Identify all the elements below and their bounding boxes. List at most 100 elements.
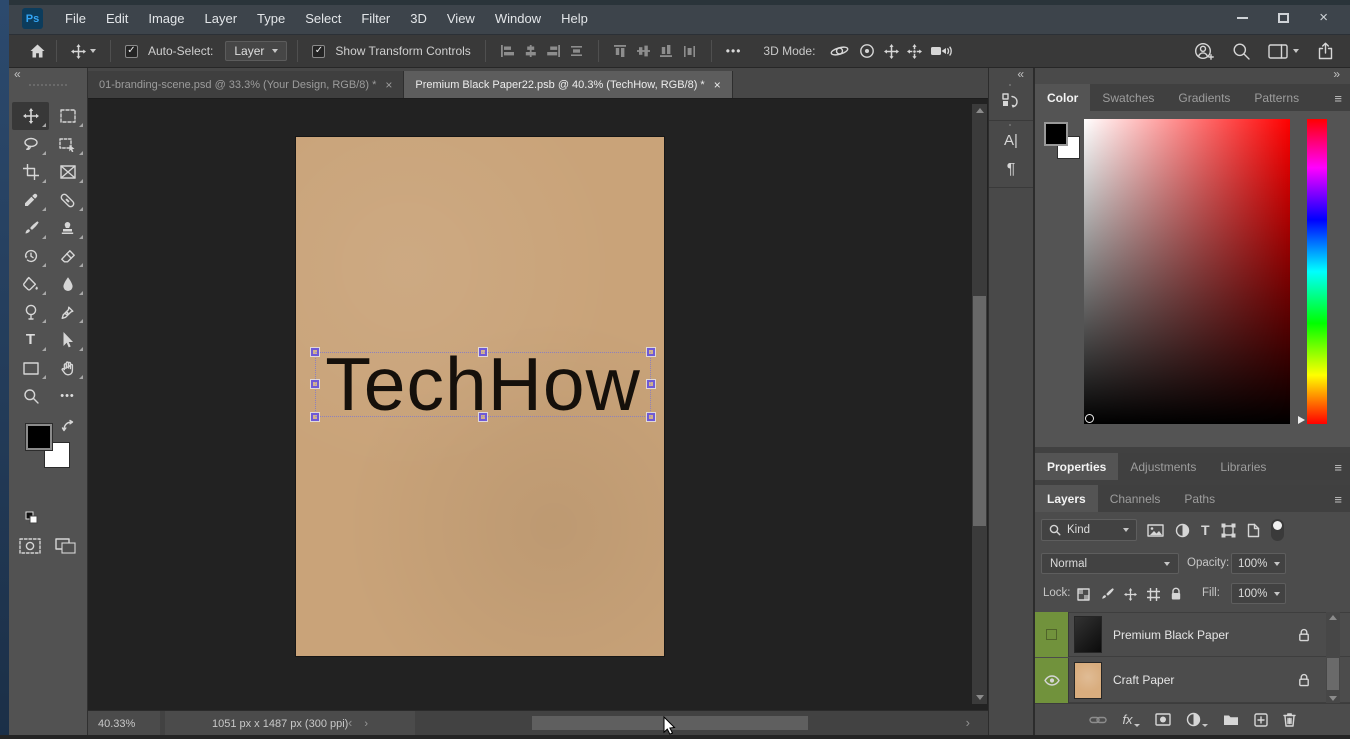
quick-mask-button[interactable]	[19, 538, 41, 554]
color-picker-cursor[interactable]	[1085, 414, 1094, 423]
share-button[interactable]	[1317, 42, 1334, 60]
filter-pixel-layers-button[interactable]	[1147, 523, 1164, 537]
align-vertical-centers-button[interactable]	[636, 44, 651, 58]
canvas[interactable]: TechHow	[88, 99, 988, 710]
new-adjustment-layer-button[interactable]	[1186, 712, 1208, 727]
default-colors-icon[interactable]	[24, 510, 38, 524]
eyedropper-tool[interactable]	[12, 186, 49, 214]
tab-libraries[interactable]: Libraries	[1208, 453, 1278, 480]
blend-mode-dropdown[interactable]: Normal	[1041, 553, 1179, 574]
scroll-up-arrow[interactable]	[1329, 615, 1337, 620]
brush-tool[interactable]	[12, 214, 49, 242]
edit-toolbar-button[interactable]: •••	[49, 382, 86, 410]
visibility-cell[interactable]	[1035, 657, 1069, 703]
vertical-scrollbar[interactable]	[972, 104, 987, 704]
transform-handle-bottom-left[interactable]	[311, 413, 319, 421]
lasso-tool[interactable]	[12, 130, 49, 158]
tab-properties[interactable]: Properties	[1035, 453, 1119, 480]
opacity-field[interactable]: 100%	[1231, 553, 1286, 574]
menu-type[interactable]: Type	[247, 11, 295, 26]
scroll-down-arrow[interactable]	[1329, 696, 1337, 701]
close-tab-icon[interactable]: ×	[714, 78, 721, 92]
menu-select[interactable]: Select	[295, 11, 351, 26]
menu-filter[interactable]: Filter	[351, 11, 400, 26]
layers-scrollbar-thumb[interactable]	[1327, 658, 1339, 690]
panel-menu-icon[interactable]: ≡	[1334, 492, 1342, 507]
close-button[interactable]: ×	[1319, 10, 1328, 25]
paint-bucket-tool[interactable]	[12, 270, 49, 298]
menu-3d[interactable]: 3D	[400, 11, 437, 26]
layer-row-craft-paper[interactable]: Craft Paper	[1035, 657, 1350, 703]
menu-help[interactable]: Help	[551, 11, 598, 26]
foreground-color-swatch[interactable]	[1044, 122, 1068, 146]
workspace-switcher-button[interactable]	[1268, 43, 1299, 59]
3d-pan-button[interactable]	[884, 43, 900, 59]
path-selection-tool[interactable]	[49, 326, 86, 354]
tab-adjustments[interactable]: Adjustments	[1118, 453, 1208, 480]
rectangular-marquee-tool[interactable]	[49, 102, 86, 130]
tab-gradients[interactable]: Gradients	[1166, 84, 1242, 111]
align-bottom-edges-button[interactable]	[659, 44, 674, 58]
transform-handle-bottom-center[interactable]	[479, 413, 487, 421]
scroll-right-arrow[interactable]: ›	[966, 715, 970, 730]
layer-thumbnail[interactable]	[1074, 661, 1102, 699]
pen-tool[interactable]	[49, 298, 86, 326]
lock-transparent-pixels-button[interactable]	[1077, 587, 1090, 601]
move-tool[interactable]	[12, 102, 49, 130]
paragraph-panel-button[interactable]: ¶	[989, 161, 1033, 179]
layer-filter-kind-dropdown[interactable]: Kind	[1041, 519, 1137, 541]
hand-tool[interactable]	[49, 354, 86, 382]
crop-tool[interactable]	[12, 158, 49, 186]
align-top-edges-button[interactable]	[613, 44, 628, 58]
align-right-edges-button[interactable]	[546, 44, 561, 58]
visibility-off-box[interactable]	[1046, 629, 1057, 640]
tool-preset-button[interactable]	[71, 43, 96, 59]
lock-artboard-button[interactable]	[1147, 587, 1160, 601]
tab-layers[interactable]: Layers	[1035, 485, 1098, 512]
align-left-edges-button[interactable]	[500, 44, 515, 58]
type-tool[interactable]: T	[12, 326, 49, 354]
close-tab-icon[interactable]: ×	[385, 78, 392, 92]
filter-smart-objects-button[interactable]	[1247, 523, 1260, 538]
collapse-panels-button[interactable]: »	[1333, 67, 1340, 81]
spot-healing-brush-tool[interactable]	[49, 186, 86, 214]
maximize-button[interactable]	[1278, 13, 1290, 23]
panel-grip[interactable]	[1009, 84, 1013, 86]
transform-handle-top-left[interactable]	[311, 348, 319, 356]
add-layer-mask-button[interactable]	[1154, 713, 1171, 726]
menu-file[interactable]: File	[55, 11, 96, 26]
show-transform-controls-checkbox[interactable]: ✓ Show Transform Controls	[312, 44, 471, 58]
layers-scrollbar[interactable]	[1326, 612, 1340, 704]
collapse-toolbar-button[interactable]: «	[14, 67, 21, 81]
transform-handle-mid-left[interactable]	[311, 380, 319, 388]
delete-layer-button[interactable]	[1282, 712, 1296, 727]
menu-layer[interactable]: Layer	[195, 11, 248, 26]
menu-view[interactable]: View	[437, 11, 485, 26]
home-button[interactable]	[29, 43, 46, 59]
3d-camera-button[interactable]	[930, 44, 953, 58]
3d-orbit-button[interactable]	[829, 43, 850, 59]
distribute-vertical-centers-button[interactable]	[569, 44, 584, 58]
history-panel-button[interactable]	[989, 92, 1033, 112]
layer-name[interactable]: Craft Paper	[1113, 673, 1174, 687]
scroll-up-arrow[interactable]	[975, 108, 984, 113]
hue-slider-pointer[interactable]	[1298, 416, 1305, 424]
panel-menu-icon[interactable]: ≡	[1334, 91, 1342, 106]
filter-adjustment-layers-button[interactable]	[1175, 523, 1190, 538]
auto-select-target-dropdown[interactable]: Layer	[225, 41, 288, 61]
tab-patterns[interactable]: Patterns	[1242, 84, 1311, 111]
swap-colors-icon[interactable]	[61, 419, 75, 433]
screen-mode-button[interactable]	[55, 538, 77, 554]
menu-edit[interactable]: Edit	[96, 11, 138, 26]
clone-stamp-tool[interactable]	[49, 214, 86, 242]
saturation-brightness-field[interactable]	[1084, 119, 1290, 424]
horizontal-scrollbar[interactable]: ‹ ›	[340, 711, 978, 736]
lock-image-pixels-button[interactable]	[1100, 587, 1114, 601]
hue-slider[interactable]	[1307, 119, 1327, 424]
layer-thumbnail[interactable]	[1074, 616, 1102, 653]
link-layers-button[interactable]	[1089, 715, 1108, 725]
lock-position-button[interactable]	[1124, 587, 1137, 601]
horizontal-scrollbar-thumb[interactable]	[532, 716, 808, 730]
character-panel-button[interactable]: A|	[989, 132, 1033, 149]
auto-select-checkbox[interactable]: ✓ Auto-Select:	[125, 44, 213, 58]
